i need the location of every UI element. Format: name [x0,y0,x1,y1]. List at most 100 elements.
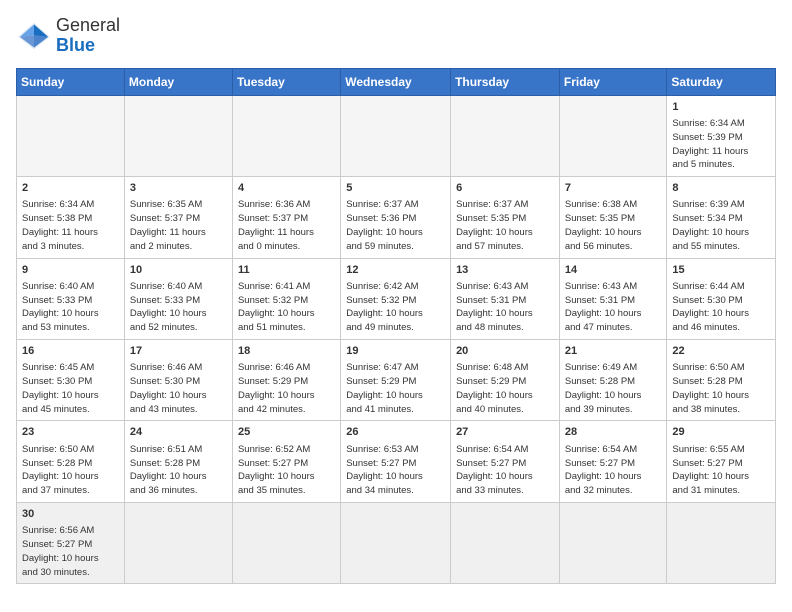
day-info: Sunrise: 6:51 AM Sunset: 5:28 PM Dayligh… [130,443,227,498]
calendar-cell [124,95,232,176]
day-number: 4 [238,181,335,196]
calendar-cell: 24 Sunrise: 6:51 AM Sunset: 5:28 PM Dayli… [124,421,232,502]
calendar-cell: 25 Sunrise: 6:52 AM Sunset: 5:27 PM Dayli… [232,421,340,502]
calendar-cell: 18 Sunrise: 6:46 AM Sunset: 5:29 PM Dayli… [232,339,340,420]
day-number: 6 [456,181,554,196]
weekday-header-sunday: Sunday [17,68,125,95]
day-number: 13 [456,263,554,278]
weekday-header-friday: Friday [559,68,667,95]
day-number: 27 [456,425,554,440]
day-number: 21 [565,344,662,359]
calendar-cell: 20 Sunrise: 6:48 AM Sunset: 5:29 PM Dayli… [451,339,560,420]
calendar-cell: 8Sunrise: 6:39 AM Sunset: 5:34 PM Daylig… [667,177,776,258]
calendar-cell: 1 Sunrise: 6:34 AM Sunset: 5:39 PM Daylig… [667,95,776,176]
day-number: 9 [22,263,119,278]
day-number: 26 [346,425,445,440]
calendar-week-2: 9 Sunrise: 6:40 AM Sunset: 5:33 PM Daylig… [17,258,776,339]
calendar-cell: 16 Sunrise: 6:45 AM Sunset: 5:30 PM Dayli… [17,339,125,420]
calendar-cell [232,95,340,176]
day-info: Sunrise: 6:37 AM Sunset: 5:35 PM Dayligh… [456,198,554,253]
day-info: Sunrise: 6:38 AM Sunset: 5:35 PM Dayligh… [565,198,662,253]
weekday-header-thursday: Thursday [451,68,560,95]
calendar-cell [341,95,451,176]
day-info: Sunrise: 6:54 AM Sunset: 5:27 PM Dayligh… [456,443,554,498]
day-info: Sunrise: 6:52 AM Sunset: 5:27 PM Dayligh… [238,443,335,498]
weekday-header-tuesday: Tuesday [232,68,340,95]
header: General Blue [16,16,776,56]
day-number: 20 [456,344,554,359]
calendar-cell: 10 Sunrise: 6:40 AM Sunset: 5:33 PM Dayli… [124,258,232,339]
day-info: Sunrise: 6:39 AM Sunset: 5:34 PM Dayligh… [672,198,770,253]
calendar-cell: 17Sunrise: 6:46 AM Sunset: 5:30 PM Dayli… [124,339,232,420]
calendar-cell [451,95,560,176]
calendar-cell [451,502,560,583]
calendar-cell [232,502,340,583]
day-number: 3 [130,181,227,196]
calendar-cell: 7 Sunrise: 6:38 AM Sunset: 5:35 PM Daylig… [559,177,667,258]
calendar-cell: 5Sunrise: 6:37 AM Sunset: 5:36 PM Daylig… [341,177,451,258]
day-info: Sunrise: 6:54 AM Sunset: 5:27 PM Dayligh… [565,443,662,498]
weekday-header-wednesday: Wednesday [341,68,451,95]
calendar-cell: 3 Sunrise: 6:35 AM Sunset: 5:37 PM Daylig… [124,177,232,258]
day-number: 2 [22,181,119,196]
logo-icon [16,21,52,51]
day-info: Sunrise: 6:35 AM Sunset: 5:37 PM Dayligh… [130,198,227,253]
day-number: 7 [565,181,662,196]
calendar-cell [341,502,451,583]
day-info: Sunrise: 6:50 AM Sunset: 5:28 PM Dayligh… [22,443,119,498]
day-info: Sunrise: 6:46 AM Sunset: 5:29 PM Dayligh… [238,361,335,416]
calendar-week-1: 2Sunrise: 6:34 AM Sunset: 5:38 PM Daylig… [17,177,776,258]
calendar-cell: 28 Sunrise: 6:54 AM Sunset: 5:27 PM Dayli… [559,421,667,502]
day-number: 12 [346,263,445,278]
calendar-cell [17,95,125,176]
day-number: 28 [565,425,662,440]
day-info: Sunrise: 6:36 AM Sunset: 5:37 PM Dayligh… [238,198,335,253]
day-number: 16 [22,344,119,359]
day-info: Sunrise: 6:56 AM Sunset: 5:27 PM Dayligh… [22,524,119,579]
day-info: Sunrise: 6:40 AM Sunset: 5:33 PM Dayligh… [130,280,227,335]
calendar-cell: 12 Sunrise: 6:42 AM Sunset: 5:32 PM Dayli… [341,258,451,339]
calendar-cell: 19Sunrise: 6:47 AM Sunset: 5:29 PM Dayli… [341,339,451,420]
calendar-week-0: 1 Sunrise: 6:34 AM Sunset: 5:39 PM Daylig… [17,95,776,176]
calendar-cell: 9Sunrise: 6:40 AM Sunset: 5:33 PM Daylig… [17,258,125,339]
logo: General Blue [16,16,120,56]
calendar-body: 1 Sunrise: 6:34 AM Sunset: 5:39 PM Daylig… [17,95,776,584]
calendar-cell [124,502,232,583]
day-number: 1 [672,100,770,115]
day-info: Sunrise: 6:47 AM Sunset: 5:29 PM Dayligh… [346,361,445,416]
calendar-cell: 23Sunrise: 6:50 AM Sunset: 5:28 PM Dayli… [17,421,125,502]
day-info: Sunrise: 6:42 AM Sunset: 5:32 PM Dayligh… [346,280,445,335]
calendar-cell: 22Sunrise: 6:50 AM Sunset: 5:28 PM Dayli… [667,339,776,420]
day-info: Sunrise: 6:34 AM Sunset: 5:39 PM Dayligh… [672,117,770,172]
day-info: Sunrise: 6:49 AM Sunset: 5:28 PM Dayligh… [565,361,662,416]
day-info: Sunrise: 6:53 AM Sunset: 5:27 PM Dayligh… [346,443,445,498]
day-info: Sunrise: 6:37 AM Sunset: 5:36 PM Dayligh… [346,198,445,253]
calendar-week-3: 16 Sunrise: 6:45 AM Sunset: 5:30 PM Dayli… [17,339,776,420]
calendar-cell [559,502,667,583]
calendar-cell: 6 Sunrise: 6:37 AM Sunset: 5:35 PM Daylig… [451,177,560,258]
day-info: Sunrise: 6:45 AM Sunset: 5:30 PM Dayligh… [22,361,119,416]
day-number: 10 [130,263,227,278]
calendar-cell: 15Sunrise: 6:44 AM Sunset: 5:30 PM Dayli… [667,258,776,339]
day-number: 15 [672,263,770,278]
calendar-cell [559,95,667,176]
day-number: 25 [238,425,335,440]
calendar-cell: 29 Sunrise: 6:55 AM Sunset: 5:27 PM Dayli… [667,421,776,502]
calendar-cell [667,502,776,583]
day-number: 29 [672,425,770,440]
calendar-cell: 2Sunrise: 6:34 AM Sunset: 5:38 PM Daylig… [17,177,125,258]
calendar-cell: 27 Sunrise: 6:54 AM Sunset: 5:27 PM Dayli… [451,421,560,502]
day-number: 24 [130,425,227,440]
day-number: 30 [22,507,119,522]
calendar-week-5: 30 Sunrise: 6:56 AM Sunset: 5:27 PM Dayli… [17,502,776,583]
calendar-header: SundayMondayTuesdayWednesdayThursdayFrid… [17,68,776,95]
day-number: 22 [672,344,770,359]
weekday-header-monday: Monday [124,68,232,95]
day-info: Sunrise: 6:55 AM Sunset: 5:27 PM Dayligh… [672,443,770,498]
calendar-table: SundayMondayTuesdayWednesdayThursdayFrid… [16,68,776,585]
day-info: Sunrise: 6:48 AM Sunset: 5:29 PM Dayligh… [456,361,554,416]
day-number: 17 [130,344,227,359]
calendar-cell: 26 Sunrise: 6:53 AM Sunset: 5:27 PM Dayli… [341,421,451,502]
calendar-cell: 13Sunrise: 6:43 AM Sunset: 5:31 PM Dayli… [451,258,560,339]
day-number: 18 [238,344,335,359]
